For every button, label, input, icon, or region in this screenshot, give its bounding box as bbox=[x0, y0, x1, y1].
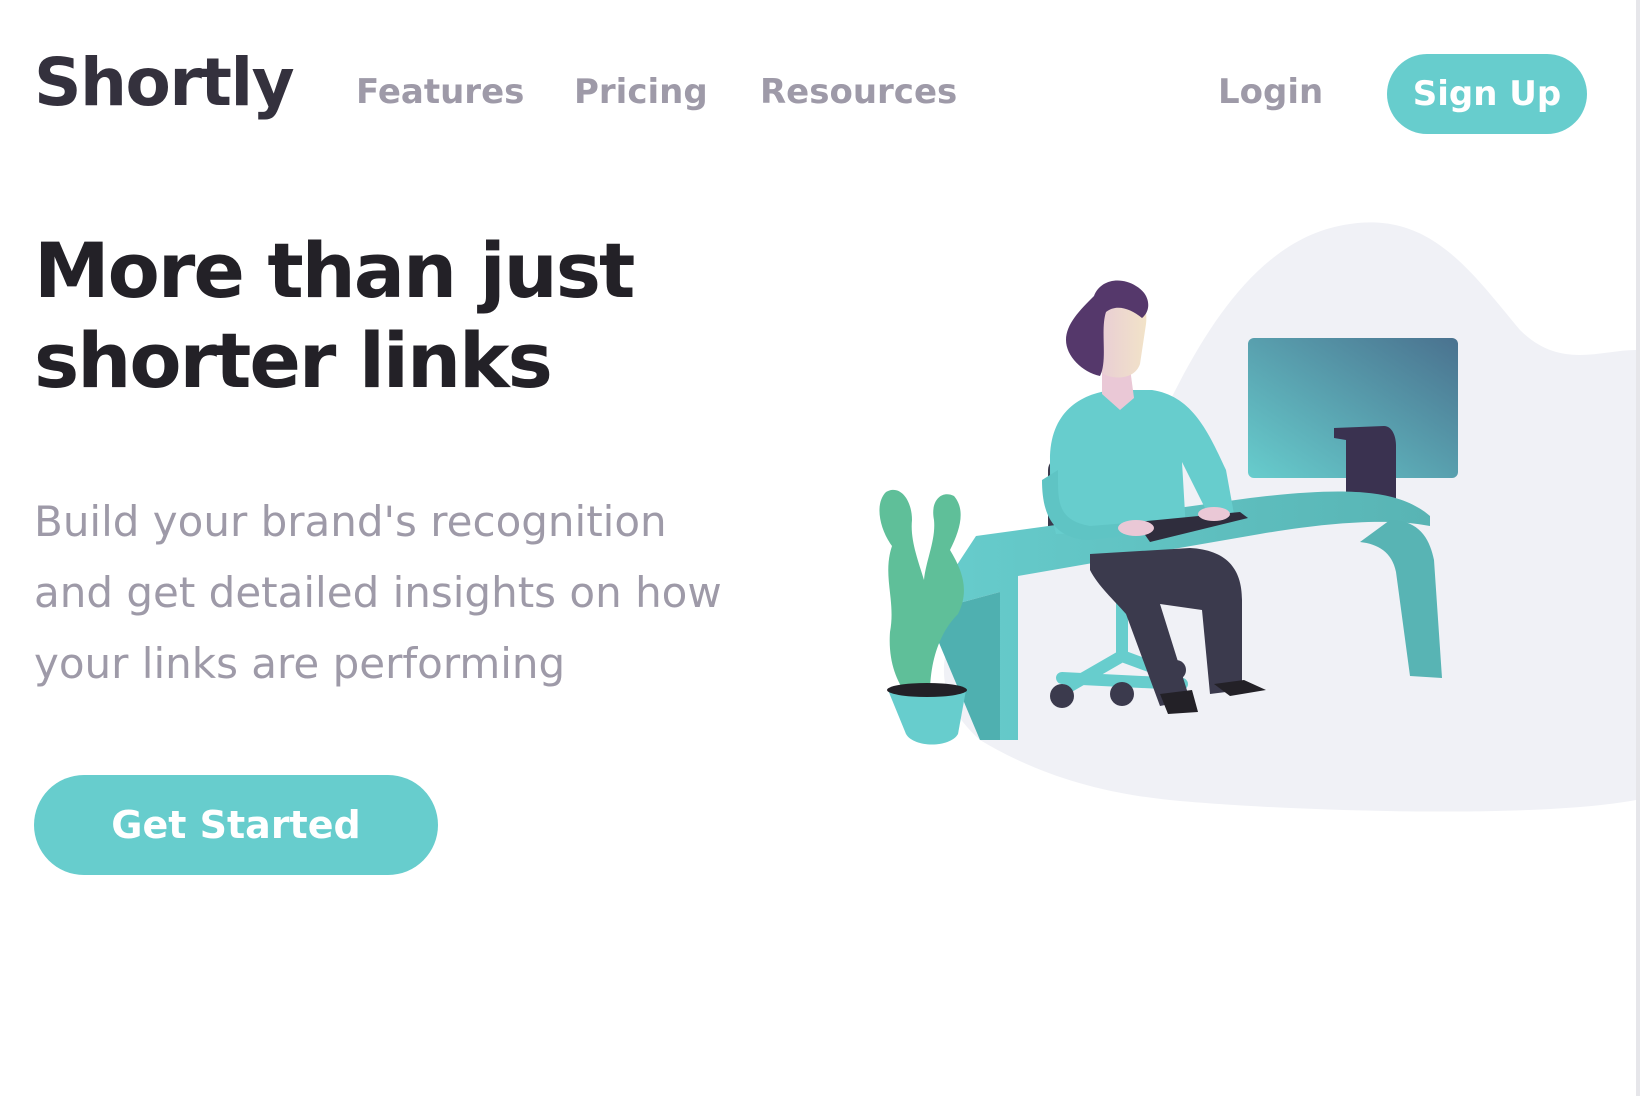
hero-title-line-1: More than just bbox=[34, 226, 635, 315]
nav-link-pricing[interactable]: Pricing bbox=[574, 72, 708, 112]
person-hand-right bbox=[1198, 507, 1230, 521]
site-header: Shortly Features Pricing Resources Login… bbox=[0, 0, 1636, 190]
hero-subtitle-line-2: and get detailed insights on how bbox=[34, 568, 722, 617]
person-working-illustration bbox=[879, 222, 1636, 812]
plant-pot-rim bbox=[887, 683, 967, 697]
chair-wheel-left bbox=[1050, 684, 1074, 708]
get-started-button[interactable]: Get Started bbox=[34, 775, 438, 875]
logo[interactable]: Shortly bbox=[34, 44, 295, 121]
person-hand-left bbox=[1118, 520, 1154, 536]
hero-subtitle-line-1: Build your brand's recognition bbox=[34, 497, 667, 546]
nav-link-features[interactable]: Features bbox=[356, 72, 524, 112]
chair-wheel-right bbox=[1110, 682, 1134, 706]
hero-title: More than just shorter links bbox=[34, 226, 794, 406]
hero-title-line-2: shorter links bbox=[34, 316, 553, 405]
sign-up-button[interactable]: Sign Up bbox=[1387, 54, 1587, 134]
hero-subtitle-line-3: your links are performing bbox=[34, 639, 566, 688]
hero-subtitle: Build your brand's recognition and get d… bbox=[34, 486, 824, 699]
plant-pot bbox=[888, 690, 966, 745]
right-edge-border bbox=[1636, 0, 1640, 1096]
login-link[interactable]: Login bbox=[1218, 72, 1323, 112]
nav-link-resources[interactable]: Resources bbox=[760, 72, 957, 112]
